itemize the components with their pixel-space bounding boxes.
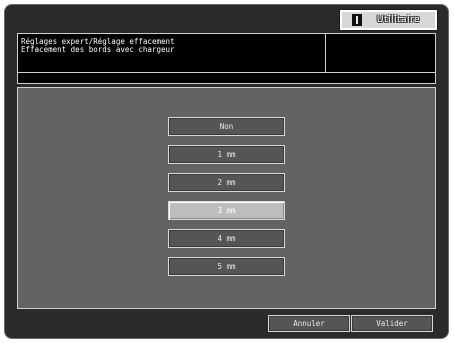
option-5mm[interactable]: 5 mm [168,257,285,276]
option-1mm[interactable]: 1 mm [168,145,285,164]
utility-tab[interactable]: Utilitaire [339,9,438,31]
header-divider [325,34,326,72]
option-4mm[interactable]: 4 mm [168,229,285,248]
page-subtitle: Effacement des bords avec chargeur [21,45,175,54]
cancel-button[interactable]: Annuler [268,315,350,332]
status-bar [17,73,436,84]
option-non[interactable]: Non [168,117,285,136]
ok-button[interactable]: Valider [351,315,433,332]
utility-tab-label: Utilitaire [376,15,421,25]
title-header: Réglages expert/Réglage effacement Effac… [17,33,436,73]
option-2mm[interactable]: 2 mm [168,173,285,192]
option-3mm[interactable]: 3 mm [168,201,285,220]
utility-icon [352,14,362,26]
